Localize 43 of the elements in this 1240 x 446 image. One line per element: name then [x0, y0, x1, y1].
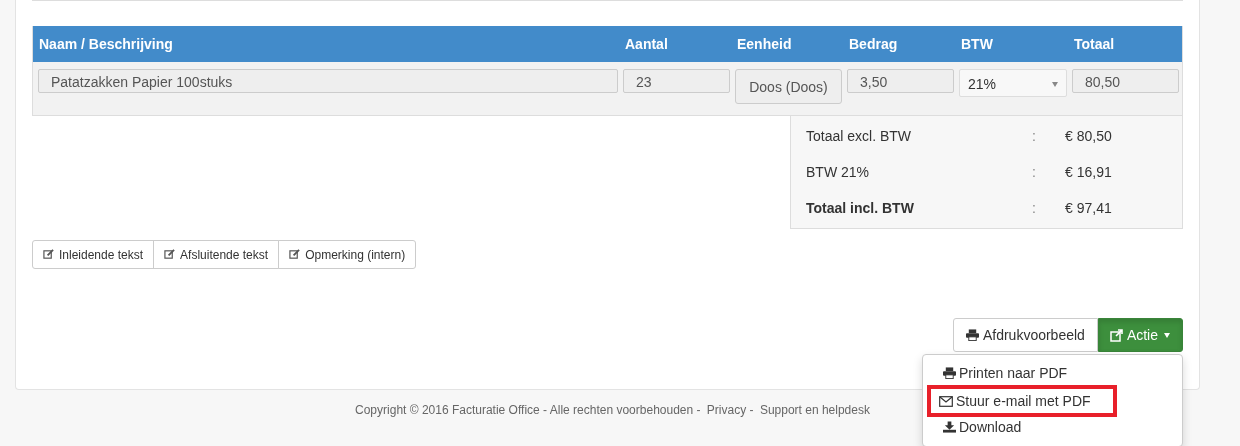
vat-select[interactable]: 21%	[959, 69, 1067, 97]
text-button[interactable]: Opmerking (intern)	[278, 240, 417, 269]
column-header: Bedrag	[849, 36, 899, 52]
menu-item[interactable]: Printen naar PDF	[923, 360, 1182, 386]
column-header: Eenheid	[737, 36, 793, 52]
edit-icon	[43, 249, 54, 260]
name-field[interactable]: Patatzakken Papier 100stuks	[38, 69, 618, 93]
edit-icon	[289, 249, 301, 260]
external-link-icon	[1109, 328, 1123, 342]
copyright-text: Copyright © 2016 Facturatie Office - Alle rechten voorbehouden -	[355, 403, 702, 417]
totals-label: Totaal excl. BTW	[806, 128, 913, 144]
footer-link[interactable]: Privacy	[706, 403, 747, 417]
separator: :	[1032, 164, 1037, 180]
printer-icon	[965, 329, 979, 341]
text-button[interactable]: Afsluitende tekst	[153, 240, 280, 269]
menu-item[interactable]: Stuur e-mail met PDF	[927, 385, 1117, 417]
totals-label: BTW 21%	[806, 164, 870, 180]
totals-value: € 97,41	[1065, 200, 1113, 216]
totals-value: € 80,50	[1065, 128, 1113, 144]
totals-value: € 16,91	[1065, 164, 1113, 180]
dropdown-caret-icon	[1052, 82, 1058, 87]
separator: :	[1032, 128, 1037, 144]
column-header: Naam / Beschrijving	[39, 36, 174, 52]
column-header: Aantal	[625, 36, 669, 52]
column-header: BTW	[961, 36, 994, 52]
totals-label: Totaal incl. BTW	[806, 200, 915, 216]
text-button[interactable]: Inleidende tekst	[32, 240, 155, 269]
menu-item[interactable]: Download	[923, 414, 1182, 440]
separator: :	[1032, 200, 1037, 216]
total-field[interactable]: 80,50	[1072, 69, 1179, 93]
download-icon	[943, 421, 956, 433]
footer-link[interactable]: Support en helpdesk	[759, 403, 870, 417]
column-header: Totaal	[1074, 36, 1116, 52]
action-button[interactable]: Actie	[1097, 318, 1183, 352]
unit-button[interactable]: Doos (Doos)	[735, 69, 842, 104]
edit-icon	[164, 249, 176, 260]
amount-field[interactable]: 3,50	[847, 69, 954, 93]
quantity-field[interactable]: 23	[623, 69, 730, 93]
print-preview-button[interactable]: Afdrukvoorbeeld	[952, 318, 1098, 352]
separator: -	[748, 403, 755, 417]
envelope-icon	[939, 395, 953, 407]
printer-icon	[943, 367, 956, 379]
caret-icon	[1164, 332, 1170, 338]
